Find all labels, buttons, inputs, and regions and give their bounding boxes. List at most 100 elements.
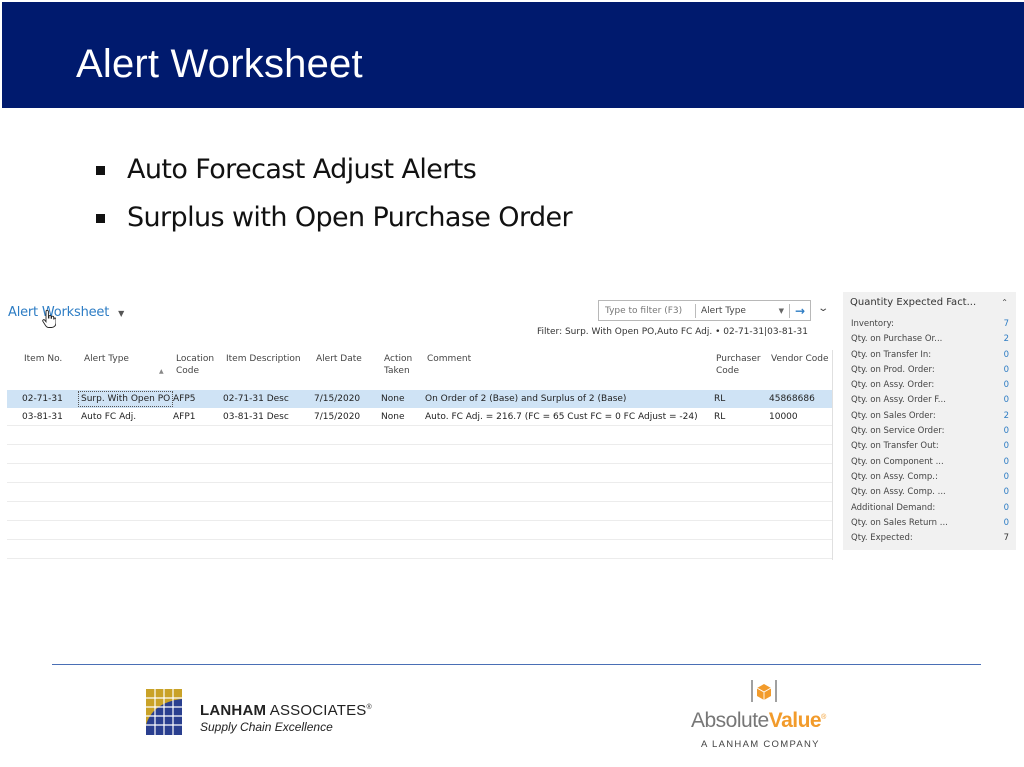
cell-comment[interactable]: Auto. FC Adj. = 216.7 (FC = 65 Cust FC =… [425,412,698,422]
cell-action-taken[interactable]: None [381,412,404,422]
bullet-text: Auto Forecast Adjust Alerts [127,153,477,185]
filter-input[interactable] [599,301,695,320]
factbox-row: Qty. on Assy. Comp.: 0 [851,472,1009,487]
factbox-row: Qty. on Service Order: 0 [851,426,1009,441]
filter-box: Alert Type ▼ → [598,300,811,321]
caret-down-icon[interactable]: ▼ [118,309,124,318]
cell-item-description[interactable]: 03-81-31 Desc [223,412,289,422]
factbox-value[interactable]: 0 [1004,441,1009,456]
grid-header: Item No. Alert Type ▲ Location Code Item… [7,350,832,390]
table-row[interactable]: 03-81-31 Auto FC Adj. AFP1 03-81-31 Desc… [7,408,832,426]
slide-title: Alert Worksheet [76,42,363,86]
av-part1: Absolute [691,709,769,732]
alert-grid: Item No. Alert Type ▲ Location Code Item… [7,350,833,560]
column-header-alert-date[interactable]: Alert Date [316,353,362,365]
cell-purchaser-code[interactable]: RL [714,412,725,422]
cell-location-code[interactable]: AFP1 [173,412,196,422]
factbox-label: Qty. on Transfer Out: [851,441,939,452]
filter-field-select[interactable]: Alert Type [696,306,779,316]
slide-header: Alert Worksheet [2,2,1024,108]
factbox-list: Inventory: 7 Qty. on Purchase Or... 2 Qty. o… [851,319,1009,548]
factbox-label: Qty. on Sales Order: [851,410,936,421]
factbox-value[interactable]: 0 [1004,365,1009,380]
column-header-comment[interactable]: Comment [427,353,471,365]
cell-action-taken[interactable]: None [381,394,404,404]
cell-alert-type[interactable]: Surp. With Open PO [78,391,174,407]
factbox-value[interactable]: 0 [1004,350,1009,365]
column-header-purchaser-code[interactable]: Purchaser Code [716,353,764,377]
empty-row[interactable] [7,464,832,483]
factbox-row: Qty. on Sales Order: 2 [851,411,1009,426]
factbox-label: Qty. on Service Order: [851,426,945,437]
square-bullet-icon [96,213,105,223]
empty-row[interactable] [7,521,832,540]
column-header-location-code[interactable]: Location Code [176,353,220,377]
factbox-label: Qty. on Transfer In: [851,349,932,360]
empty-row[interactable] [7,445,832,464]
lanham-grid-logo-icon [146,689,182,735]
cell-alert-type[interactable]: Auto FC Adj. [81,412,136,422]
cell-item-no[interactable]: 03-81-31 [22,412,63,422]
factbox-value[interactable]: 0 [1004,426,1009,441]
column-header-item-no[interactable]: Item No. [24,353,62,365]
cell-alert-date[interactable]: 7/15/2020 [314,394,360,404]
factbox-value[interactable]: 0 [1004,487,1009,502]
page-caption[interactable]: Alert Worksheet [8,305,109,320]
empty-row[interactable] [7,540,832,559]
dropdown-arrow-icon[interactable]: ▼ [779,307,784,315]
factbox-row: Qty. on Assy. Order: 0 [851,380,1009,395]
column-header-action-taken[interactable]: Action Taken [384,353,420,377]
av-part2: Value [768,709,822,732]
alert-worksheet-page: Alert Worksheet ▼ Alert Type ▼ → ⌄ Filte… [0,290,840,570]
factbox-value[interactable]: 2 [1004,411,1009,426]
factbox-value[interactable]: 0 [1004,518,1009,533]
factbox-value[interactable]: 0 [1004,380,1009,395]
bullet-item: Surplus with Open Purchase Order [96,193,573,241]
absolute-value-cube-icon [751,680,777,702]
hand-cursor-icon [42,310,56,328]
cell-comment[interactable]: On Order of 2 (Base) and Surplus of 2 (B… [425,394,626,404]
factbox-label: Inventory: [851,319,894,329]
cell-vendor-code[interactable]: 45868686 [769,394,815,404]
bullet-text: Surplus with Open Purchase Order [127,201,573,233]
sort-ascending-icon: ▲ [159,368,164,375]
cell-purchaser-code[interactable]: RL [714,394,725,404]
cell-alert-date[interactable]: 7/15/2020 [314,412,360,422]
arrow-right-icon[interactable]: → [790,304,810,318]
factbox-value[interactable]: 0 [1004,472,1009,487]
chevron-up-icon[interactable]: ⌃ [1001,298,1008,307]
factbox-row: Qty. on Assy. Comp. ... 0 [851,487,1009,502]
cell-vendor-code[interactable]: 10000 [769,412,798,422]
factbox-row: Qty. on Assy. Order F... 0 [851,395,1009,410]
square-bullet-icon [96,165,105,175]
lanham-tagline: Supply Chain Excellence [200,720,333,734]
factbox-value[interactable]: 2 [1004,334,1009,349]
factbox-value[interactable]: 0 [1004,395,1009,410]
factbox-value[interactable]: 7 [1004,319,1009,334]
table-row[interactable]: 02-71-31 Surp. With Open PO AFP5 02-71-3… [7,390,832,408]
factbox-label: Qty. on Assy. Comp. ... [851,487,946,498]
factbox-label: Qty. on Sales Return ... [851,517,948,528]
column-header-vendor-code[interactable]: Vendor Code [771,353,829,365]
registered-mark: ® [821,714,826,721]
page-caption-menu[interactable]: Alert Worksheet ▼ [8,305,124,320]
chevron-down-icon[interactable]: ⌄ [817,303,829,314]
empty-row[interactable] [7,426,832,445]
factbox-value[interactable]: 0 [1004,503,1009,518]
factbox-row: Inventory: 7 [851,319,1009,334]
factbox-row: Qty. on Component ... 0 [851,457,1009,472]
empty-row[interactable] [7,483,832,502]
cell-item-no[interactable]: 02-71-31 [22,394,63,404]
column-header-item-description[interactable]: Item Description [226,353,301,365]
bullet-list: Auto Forecast Adjust Alerts Surplus with… [96,145,573,241]
empty-row[interactable] [7,502,832,521]
cell-location-code[interactable]: AFP5 [173,394,196,404]
footer-divider [52,664,981,665]
lanham-associates-logo-text: LANHAM ASSOCIATES® [200,702,372,719]
factbox-row: Qty. on Sales Return ... 0 [851,518,1009,533]
factbox-value[interactable]: 0 [1004,457,1009,472]
factbox-title[interactable]: Quantity Expected Fact... [850,297,976,308]
column-header-alert-type[interactable]: Alert Type [84,353,129,365]
cell-item-description[interactable]: 02-71-31 Desc [223,394,289,404]
factbox-label: Qty. on Component ... [851,456,944,467]
